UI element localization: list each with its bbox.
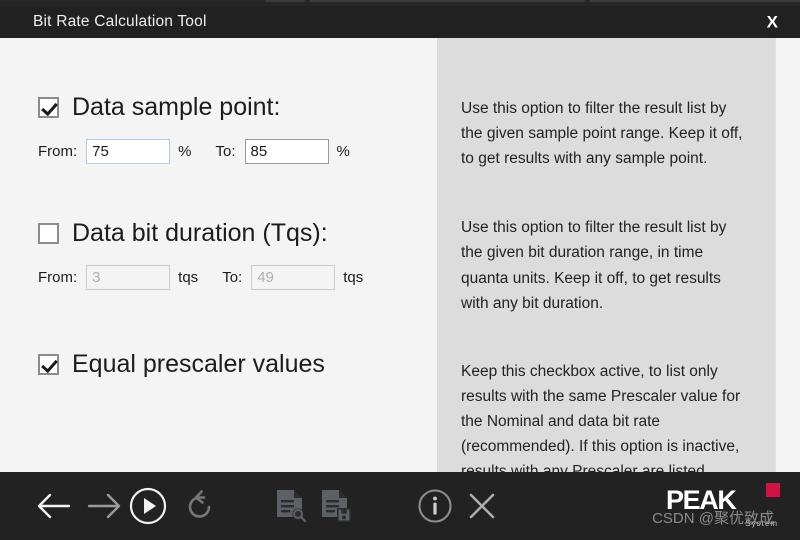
to-unit-label: tqs [343,269,364,286]
run-play-icon[interactable] [127,485,169,527]
sliver-line [590,0,800,2]
equal-prescaler-checkbox-row[interactable]: Equal prescaler values [38,345,437,383]
data-bit-duration-to-input[interactable] [251,265,336,290]
help-panel: Use this option to filter the result lis… [437,38,800,480]
data-sample-point-from-input[interactable] [86,139,171,164]
data-bit-duration-checkbox-row[interactable]: Data bit duration (Tqs): [38,214,437,252]
to-label: To: [222,269,243,286]
peak-logo-subtext: System [745,519,778,528]
data-sample-point-to-input[interactable] [244,139,329,164]
sliver-line [310,0,585,2]
to-label: To: [215,143,236,160]
equal-prescaler-checkbox[interactable] [38,353,59,375]
peak-logo-accent-square [766,483,780,497]
to-unit-label: % [336,143,350,160]
data-sample-point-range-row: From: % To: % [38,139,437,164]
close-window-button[interactable]: X [767,14,778,31]
help-text-equal-prescaler: Keep this checkbox active, to list only … [461,362,741,480]
from-unit-label: % [178,143,192,160]
save-document-icon[interactable] [315,485,357,527]
peak-system-logo: PEAK System [666,483,782,529]
window-title: Bit Rate Calculation Tool [33,13,207,30]
help-text-data-sample-point: Use this option to filter the result lis… [461,100,743,168]
bottom-toolbar: PEAK System CSDN @聚优致成 [0,472,800,540]
data-bit-duration-label: Data bit duration (Tqs): [72,218,328,247]
peak-logo-text: PEAK [666,485,737,515]
data-bit-duration-from-input[interactable] [86,265,171,290]
load-document-icon[interactable] [270,485,312,527]
from-unit-label: tqs [178,269,199,286]
title-bar: Bit Rate Calculation Tool X [0,6,800,38]
option-group-data-sample-point: Data sample point: From: % To: % [38,88,437,164]
info-icon[interactable] [415,486,455,526]
equal-prescaler-label: Equal prescaler values [72,349,325,378]
data-bit-duration-checkbox[interactable] [38,222,59,244]
from-label: From: [38,143,78,160]
option-group-data-bit-duration: Data bit duration (Tqs): From: tqs To: t… [38,214,437,290]
reset-undo-icon[interactable] [180,486,220,526]
help-text-data-bit-duration: Use this option to filter the result lis… [461,219,727,312]
vertical-scrollbar[interactable] [775,38,800,472]
forward-arrow-icon[interactable] [84,486,124,526]
close-x-icon[interactable] [462,486,502,526]
option-group-equal-prescaler: Equal prescaler values [38,345,437,383]
data-sample-point-checkbox-row[interactable]: Data sample point: [38,88,437,126]
options-panel: Data sample point: From: % To: % Data bi… [0,38,437,472]
dialog-body: Data sample point: From: % To: % Data bi… [0,38,800,480]
sliver-line [265,0,305,2]
back-arrow-icon[interactable] [34,486,74,526]
bit-rate-calculation-dialog: Bit Rate Calculation Tool X Data sample … [0,0,800,540]
data-sample-point-label: Data sample point: [72,92,281,121]
from-label: From: [38,269,78,286]
help-text-column: Use this option to filter the result lis… [437,38,775,480]
data-sample-point-checkbox[interactable] [38,96,59,118]
data-bit-duration-range-row: From: tqs To: tqs [38,265,437,290]
